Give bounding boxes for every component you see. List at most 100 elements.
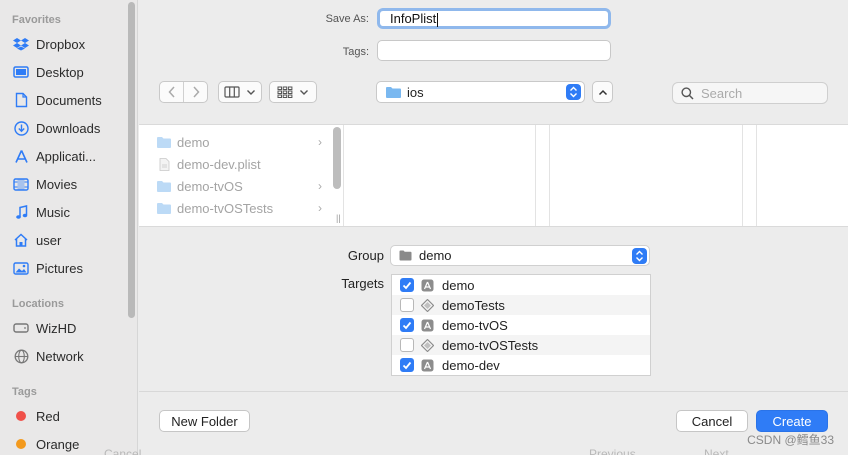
sidebar-item-network[interactable]: Network	[12, 345, 124, 367]
location-popup[interactable]: ios	[376, 81, 585, 103]
red-tag-dot-icon	[12, 408, 30, 424]
create-button[interactable]: Create	[756, 410, 828, 432]
watermark: CSDN @鳕鱼33	[747, 433, 834, 447]
file-row[interactable]: demo ›	[156, 131, 326, 153]
sidebar-item-label: Documents	[36, 92, 102, 108]
target-checkbox[interactable]	[400, 338, 414, 352]
favorites-heading: Favorites	[12, 14, 61, 26]
file-name: demo	[177, 134, 210, 150]
sidebar-item-label: Orange	[36, 436, 80, 452]
group-popup[interactable]: demo	[390, 245, 650, 266]
checkmark-icon	[402, 281, 412, 289]
file-row[interactable]: demo-tvOSTests ›	[156, 197, 326, 219]
file-browser: demo › demo-dev.plist demo-tvOS › demo-t…	[139, 124, 848, 227]
music-note-icon	[12, 204, 30, 220]
text-caret	[437, 12, 439, 27]
locations-heading: Locations	[12, 298, 64, 310]
browser-scrollbar[interactable]	[333, 127, 341, 189]
download-icon	[12, 120, 30, 136]
sidebar-item-label: Applicati...	[36, 148, 96, 164]
document-icon	[159, 157, 170, 171]
sidebar-item-label: user	[36, 232, 62, 248]
updown-arrows-icon	[632, 248, 647, 264]
column-divider	[535, 125, 536, 226]
target-name: demo-tvOS	[442, 317, 508, 333]
sidebar-tag-red[interactable]: Red	[12, 405, 124, 427]
sidebar-item-documents[interactable]: Documents	[12, 89, 124, 111]
sidebar-item-movies[interactable]: Movies	[12, 173, 124, 195]
globe-icon	[12, 348, 30, 364]
tags-label: Tags:	[342, 46, 369, 58]
app-target-icon	[421, 279, 434, 291]
group-view-button[interactable]	[269, 81, 317, 103]
sidebar-item-music[interactable]: Music	[12, 201, 124, 223]
sidebar-item-label: Music	[36, 204, 70, 220]
chevron-down-icon	[300, 89, 308, 95]
sidebar-item-label: Desktop	[36, 64, 84, 80]
updown-arrows-icon	[566, 84, 581, 100]
cancel-button[interactable]: Cancel	[676, 410, 748, 432]
sidebar-item-label: Pictures	[36, 260, 83, 276]
chevron-up-icon	[598, 89, 607, 95]
target-checkbox[interactable]	[400, 298, 414, 312]
target-name: demoTests	[442, 297, 505, 313]
save-as-field[interactable]: InfoPlist	[377, 8, 611, 29]
sidebar-item-label: Downloads	[36, 120, 101, 136]
file-row[interactable]: demo-dev.plist	[156, 153, 326, 175]
target-checkbox[interactable]	[400, 278, 414, 292]
sidebar-item-wizhd[interactable]: WizHD	[12, 317, 124, 339]
home-icon	[12, 232, 30, 248]
photo-icon	[12, 260, 30, 276]
forward-button[interactable]	[184, 86, 207, 98]
back-button[interactable]	[160, 86, 183, 98]
target-name: demo	[442, 277, 475, 293]
file-name: demo-dev.plist	[177, 156, 261, 172]
group-folder-icon	[399, 250, 412, 261]
target-row-demo-tvostests: demo-tvOSTests	[392, 335, 650, 355]
sidebar-item-applications[interactable]: Applicati...	[12, 145, 124, 167]
sidebar-scrollbar[interactable]	[128, 2, 135, 318]
folder-icon	[157, 202, 171, 214]
chevron-down-icon	[247, 89, 255, 95]
test-target-icon	[421, 298, 434, 312]
grid-icon	[277, 86, 293, 98]
target-row-demo: demo	[392, 275, 650, 295]
footer-divider	[139, 391, 848, 392]
back-forward-control	[159, 81, 208, 103]
new-folder-button[interactable]: New Folder	[159, 410, 250, 432]
target-row-demo-dev: demo-dev	[392, 355, 650, 375]
checkmark-icon	[402, 321, 412, 329]
column-divider	[549, 125, 550, 226]
document-icon	[12, 92, 30, 108]
chevron-right-icon	[192, 86, 200, 98]
background-cancel-text: Cancel	[104, 447, 142, 455]
checkmark-icon	[402, 361, 412, 369]
tags-heading: Tags	[12, 386, 37, 398]
dropbox-icon	[12, 36, 30, 52]
sidebar-item-user[interactable]: user	[12, 229, 124, 251]
target-row-demo-tvos: demo-tvOS	[392, 315, 650, 335]
sidebar-item-downloads[interactable]: Downloads	[12, 117, 124, 139]
search-placeholder: Search	[701, 85, 743, 101]
drive-icon	[12, 320, 30, 336]
film-icon	[12, 176, 30, 192]
column-divider	[756, 125, 757, 226]
collapse-button[interactable]	[592, 81, 613, 103]
folder-icon	[157, 136, 171, 148]
chevron-left-icon	[167, 86, 175, 98]
background-previous-text: Previous	[589, 447, 636, 455]
search-field[interactable]: Search	[672, 82, 828, 104]
column-resize-handle[interactable]: ||	[336, 213, 341, 223]
sidebar-item-desktop[interactable]: Desktop	[12, 61, 124, 83]
target-checkbox[interactable]	[400, 358, 414, 372]
target-checkbox[interactable]	[400, 318, 414, 332]
file-row[interactable]: demo-tvOS ›	[156, 175, 326, 197]
targets-label: Targets	[341, 276, 384, 291]
tags-field[interactable]	[377, 40, 611, 61]
group-value: demo	[419, 248, 452, 263]
folder-icon	[386, 86, 401, 98]
targets-list: demo demoTests demo-tvOS demo-tvOSTests …	[391, 274, 651, 376]
column-view-button[interactable]	[218, 81, 262, 103]
sidebar-item-pictures[interactable]: Pictures	[12, 257, 124, 279]
sidebar-item-dropbox[interactable]: Dropbox	[12, 33, 124, 55]
